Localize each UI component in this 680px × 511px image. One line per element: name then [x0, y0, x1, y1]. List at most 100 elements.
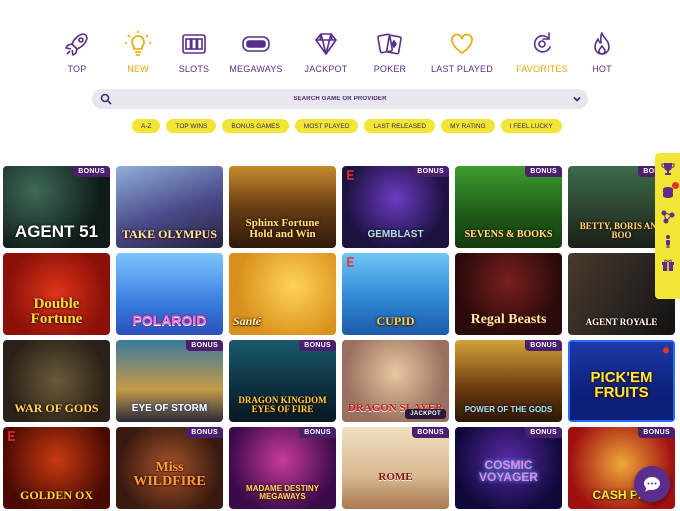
game-tile[interactable]: DRAGON KINGDOM EYES OF FIRE BONUS	[229, 340, 336, 422]
filter-a-z[interactable]: A-Z	[132, 119, 161, 133]
search-icon	[100, 93, 112, 105]
category-label: JACKPOT	[304, 64, 348, 74]
game-title: AGENT ROYALE	[585, 317, 658, 327]
category-nav: TOP NEW SLOTS MEGAWAYS JACKPOT POKER LAS…	[44, 30, 644, 80]
flame-icon	[594, 32, 610, 55]
category-favorites[interactable]: FAVORITES	[506, 30, 578, 80]
game-tile[interactable]: Santé	[229, 253, 336, 335]
filter-bar: A-Z TOP WINS BONUS GAMES MOST PLAYED LAS…	[132, 119, 562, 133]
network-button[interactable]	[659, 208, 677, 226]
game-grid: AGENT 51 BONUS TAKE OLYMPUS Sphinx Fortu…	[3, 166, 675, 509]
game-tile[interactable]: SEVENS & BOOKS BONUS	[455, 166, 562, 248]
game-title: Double Fortune	[30, 296, 83, 327]
category-megaways[interactable]: MEGAWAYS	[222, 30, 290, 80]
coins-button[interactable]	[659, 182, 679, 202]
game-title: PICK'EM FRUITS	[590, 369, 653, 401]
filter-most-played[interactable]: MOST PLAYED	[294, 119, 359, 133]
chat-button[interactable]	[634, 466, 670, 502]
game-tile[interactable]: COSMIC VOYAGER BONUS	[455, 427, 562, 509]
game-tile[interactable]: TAKE OLYMPUS	[116, 166, 223, 248]
lobby-page: TOP NEW SLOTS MEGAWAYS JACKPOT POKER LAS…	[0, 0, 680, 511]
category-label: FAVORITES	[516, 64, 568, 74]
bonus-badge: BONUS	[525, 166, 562, 177]
game-tile[interactable]: Regal Beasts	[455, 253, 562, 335]
game-tile[interactable]: DRAGON SLAYER JACKPOT	[342, 340, 449, 422]
provider-logo-icon	[8, 431, 15, 441]
game-title: ROME	[378, 471, 413, 483]
game-thumbnail	[342, 427, 449, 509]
search-bar[interactable]	[92, 89, 588, 109]
category-last-played[interactable]: LAST PLAYED	[418, 30, 506, 80]
gift-button[interactable]	[659, 256, 677, 274]
bonus-badge: BONUS	[525, 340, 562, 351]
tournaments-button[interactable]	[659, 160, 677, 178]
refresh-icon	[533, 32, 551, 53]
game-title: EYE OF STORM	[131, 403, 208, 414]
flame-icon	[663, 345, 669, 354]
category-label: SLOTS	[178, 64, 210, 74]
category-label: MEGAWAYS	[229, 64, 283, 74]
game-tile[interactable]: POWER OF THE GODS BONUS	[455, 340, 562, 422]
game-tile[interactable]: Miss WILDFIRE BONUS	[116, 427, 223, 509]
category-slots[interactable]: SLOTS	[166, 30, 222, 80]
game-title: POWER OF THE GODS	[464, 405, 553, 414]
game-tile[interactable]: ROME BONUS	[342, 427, 449, 509]
heart-icon	[451, 33, 473, 54]
game-tile[interactable]: GOLDEN OX	[3, 427, 110, 509]
category-poker[interactable]: POKER	[362, 30, 418, 80]
game-title: TAKE OLYMPUS	[121, 227, 217, 241]
gift-icon	[661, 259, 674, 271]
category-label: LAST PLAYED	[431, 64, 493, 74]
bonus-badge: BONUS	[186, 340, 223, 351]
cards-icon	[377, 33, 402, 55]
nodes-icon	[661, 210, 674, 224]
game-tile[interactable]: CUPID	[342, 253, 449, 335]
game-tile[interactable]: GEMBLAST BONUS	[342, 166, 449, 248]
person-icon	[665, 235, 670, 248]
bonus-badge: BONUS	[299, 340, 336, 351]
slot-machine-icon	[182, 34, 206, 54]
category-label: HOT	[592, 64, 612, 74]
game-title: WAR OF GODS	[14, 401, 99, 415]
filter-top-wins[interactable]: TOP WINS	[166, 119, 217, 133]
bonus-badge: BONUS	[186, 427, 223, 438]
jackpot-badge: JACKPOT	[405, 409, 446, 419]
game-tile[interactable]: PICK'EM FRUITS	[568, 340, 675, 422]
filter-i-feel-lucky[interactable]: I FEEL LUCKY	[500, 119, 562, 133]
category-jackpot[interactable]: JACKPOT	[290, 30, 362, 80]
bonus-badge: BONUS	[412, 166, 449, 177]
search-input[interactable]	[92, 89, 588, 109]
category-label: NEW	[127, 64, 149, 74]
category-top[interactable]: TOP	[44, 30, 110, 80]
game-tile[interactable]: EYE OF STORM BONUS	[116, 340, 223, 422]
side-toolbar	[655, 153, 680, 299]
megaways-icon	[242, 36, 270, 52]
game-tile[interactable]: Sphinx Fortune Hold and Win	[229, 166, 336, 248]
game-title: GEMBLAST	[367, 229, 424, 240]
category-new[interactable]: NEW	[110, 30, 166, 80]
chevron-down-icon[interactable]	[572, 94, 582, 104]
game-title: DRAGON KINGDOM EYES OF FIRE	[238, 395, 327, 414]
category-hot[interactable]: HOT	[578, 30, 626, 80]
profile-button[interactable]	[659, 232, 677, 250]
filter-my-rating[interactable]: MY RATING	[441, 119, 495, 133]
filter-last-released[interactable]: LAST RELEASED	[364, 119, 436, 133]
game-tile[interactable]: AGENT 51 BONUS	[3, 166, 110, 248]
game-tile[interactable]: Double Fortune	[3, 253, 110, 335]
game-tile[interactable]: WAR OF GODS	[3, 340, 110, 422]
lightbulb-icon	[125, 31, 151, 56]
game-tile[interactable]: MADAME DESTINY MEGAWAYS BONUS	[229, 427, 336, 509]
game-title: Miss WILDFIRE	[133, 460, 206, 489]
filter-bonus-games[interactable]: BONUS GAMES	[222, 119, 289, 133]
game-title: SEVENS & BOOKS	[464, 229, 553, 240]
game-tile[interactable]: POLAROID	[116, 253, 223, 335]
rocket-icon	[65, 33, 88, 56]
game-title: Regal Beasts	[470, 312, 547, 327]
chat-icon	[644, 477, 660, 492]
trophy-icon	[661, 163, 674, 175]
bonus-badge: BONUS	[412, 427, 449, 438]
game-title: CUPID	[376, 314, 415, 328]
game-title: COSMIC VOYAGER	[479, 458, 538, 484]
category-label: TOP	[67, 64, 87, 74]
provider-logo-icon	[347, 257, 354, 267]
